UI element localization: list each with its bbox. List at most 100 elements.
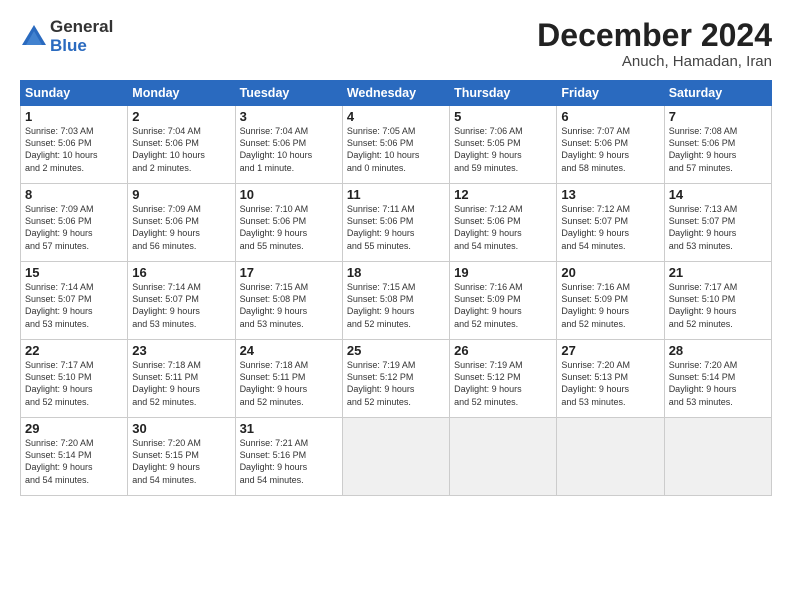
day-info: Sunrise: 7:08 AMSunset: 5:06 PMDaylight:… xyxy=(669,125,767,174)
calendar-cell: 21Sunrise: 7:17 AMSunset: 5:10 PMDayligh… xyxy=(664,262,771,340)
calendar-cell: 1Sunrise: 7:03 AMSunset: 5:06 PMDaylight… xyxy=(21,106,128,184)
logo-text: General Blue xyxy=(50,18,113,55)
day-number: 1 xyxy=(25,109,123,124)
calendar-cell: 7Sunrise: 7:08 AMSunset: 5:06 PMDaylight… xyxy=(664,106,771,184)
day-info: Sunrise: 7:16 AMSunset: 5:09 PMDaylight:… xyxy=(561,281,659,330)
day-number: 3 xyxy=(240,109,338,124)
day-number: 24 xyxy=(240,343,338,358)
calendar-cell: 28Sunrise: 7:20 AMSunset: 5:14 PMDayligh… xyxy=(664,340,771,418)
calendar-cell xyxy=(557,418,664,496)
logo: General Blue xyxy=(20,18,113,55)
week-row-5: 29Sunrise: 7:20 AMSunset: 5:14 PMDayligh… xyxy=(21,418,772,496)
day-info: Sunrise: 7:20 AMSunset: 5:15 PMDaylight:… xyxy=(132,437,230,486)
day-number: 21 xyxy=(669,265,767,280)
day-number: 4 xyxy=(347,109,445,124)
day-info: Sunrise: 7:04 AMSunset: 5:06 PMDaylight:… xyxy=(240,125,338,174)
calendar-cell: 23Sunrise: 7:18 AMSunset: 5:11 PMDayligh… xyxy=(128,340,235,418)
day-info: Sunrise: 7:11 AMSunset: 5:06 PMDaylight:… xyxy=(347,203,445,252)
calendar-cell: 11Sunrise: 7:11 AMSunset: 5:06 PMDayligh… xyxy=(342,184,449,262)
day-number: 17 xyxy=(240,265,338,280)
day-info: Sunrise: 7:10 AMSunset: 5:06 PMDaylight:… xyxy=(240,203,338,252)
day-info: Sunrise: 7:18 AMSunset: 5:11 PMDaylight:… xyxy=(240,359,338,408)
calendar-cell: 15Sunrise: 7:14 AMSunset: 5:07 PMDayligh… xyxy=(21,262,128,340)
week-row-1: 1Sunrise: 7:03 AMSunset: 5:06 PMDaylight… xyxy=(21,106,772,184)
day-number: 6 xyxy=(561,109,659,124)
day-info: Sunrise: 7:13 AMSunset: 5:07 PMDaylight:… xyxy=(669,203,767,252)
calendar-cell: 3Sunrise: 7:04 AMSunset: 5:06 PMDaylight… xyxy=(235,106,342,184)
day-info: Sunrise: 7:17 AMSunset: 5:10 PMDaylight:… xyxy=(25,359,123,408)
day-info: Sunrise: 7:15 AMSunset: 5:08 PMDaylight:… xyxy=(240,281,338,330)
month-title: December 2024 xyxy=(537,18,772,53)
col-sunday: Sunday xyxy=(21,81,128,106)
logo-icon xyxy=(20,23,48,51)
day-info: Sunrise: 7:09 AMSunset: 5:06 PMDaylight:… xyxy=(25,203,123,252)
day-number: 10 xyxy=(240,187,338,202)
calendar-cell: 5Sunrise: 7:06 AMSunset: 5:05 PMDaylight… xyxy=(450,106,557,184)
week-row-3: 15Sunrise: 7:14 AMSunset: 5:07 PMDayligh… xyxy=(21,262,772,340)
logo-general: General xyxy=(50,18,113,37)
calendar-cell xyxy=(450,418,557,496)
day-number: 27 xyxy=(561,343,659,358)
day-number: 14 xyxy=(669,187,767,202)
day-number: 30 xyxy=(132,421,230,436)
calendar-cell: 19Sunrise: 7:16 AMSunset: 5:09 PMDayligh… xyxy=(450,262,557,340)
calendar-cell: 30Sunrise: 7:20 AMSunset: 5:15 PMDayligh… xyxy=(128,418,235,496)
day-number: 19 xyxy=(454,265,552,280)
day-info: Sunrise: 7:06 AMSunset: 5:05 PMDaylight:… xyxy=(454,125,552,174)
calendar-cell: 2Sunrise: 7:04 AMSunset: 5:06 PMDaylight… xyxy=(128,106,235,184)
col-thursday: Thursday xyxy=(450,81,557,106)
calendar-cell: 4Sunrise: 7:05 AMSunset: 5:06 PMDaylight… xyxy=(342,106,449,184)
day-info: Sunrise: 7:12 AMSunset: 5:07 PMDaylight:… xyxy=(561,203,659,252)
day-number: 31 xyxy=(240,421,338,436)
title-area: December 2024 Anuch, Hamadan, Iran xyxy=(537,18,772,70)
col-friday: Friday xyxy=(557,81,664,106)
day-info: Sunrise: 7:04 AMSunset: 5:06 PMDaylight:… xyxy=(132,125,230,174)
calendar-cell: 25Sunrise: 7:19 AMSunset: 5:12 PMDayligh… xyxy=(342,340,449,418)
calendar-cell: 31Sunrise: 7:21 AMSunset: 5:16 PMDayligh… xyxy=(235,418,342,496)
day-number: 29 xyxy=(25,421,123,436)
col-wednesday: Wednesday xyxy=(342,81,449,106)
header-row: Sunday Monday Tuesday Wednesday Thursday… xyxy=(21,81,772,106)
day-number: 16 xyxy=(132,265,230,280)
calendar-cell xyxy=(664,418,771,496)
calendar-cell: 22Sunrise: 7:17 AMSunset: 5:10 PMDayligh… xyxy=(21,340,128,418)
day-info: Sunrise: 7:16 AMSunset: 5:09 PMDaylight:… xyxy=(454,281,552,330)
day-number: 18 xyxy=(347,265,445,280)
day-number: 20 xyxy=(561,265,659,280)
day-number: 23 xyxy=(132,343,230,358)
col-saturday: Saturday xyxy=(664,81,771,106)
day-number: 5 xyxy=(454,109,552,124)
day-info: Sunrise: 7:17 AMSunset: 5:10 PMDaylight:… xyxy=(669,281,767,330)
calendar-cell: 10Sunrise: 7:10 AMSunset: 5:06 PMDayligh… xyxy=(235,184,342,262)
calendar-cell: 8Sunrise: 7:09 AMSunset: 5:06 PMDaylight… xyxy=(21,184,128,262)
day-info: Sunrise: 7:03 AMSunset: 5:06 PMDaylight:… xyxy=(25,125,123,174)
calendar-cell: 13Sunrise: 7:12 AMSunset: 5:07 PMDayligh… xyxy=(557,184,664,262)
day-number: 13 xyxy=(561,187,659,202)
day-info: Sunrise: 7:12 AMSunset: 5:06 PMDaylight:… xyxy=(454,203,552,252)
calendar-cell: 12Sunrise: 7:12 AMSunset: 5:06 PMDayligh… xyxy=(450,184,557,262)
col-monday: Monday xyxy=(128,81,235,106)
day-info: Sunrise: 7:20 AMSunset: 5:14 PMDaylight:… xyxy=(669,359,767,408)
calendar-cell: 24Sunrise: 7:18 AMSunset: 5:11 PMDayligh… xyxy=(235,340,342,418)
day-number: 15 xyxy=(25,265,123,280)
calendar-cell: 6Sunrise: 7:07 AMSunset: 5:06 PMDaylight… xyxy=(557,106,664,184)
calendar-cell: 27Sunrise: 7:20 AMSunset: 5:13 PMDayligh… xyxy=(557,340,664,418)
day-info: Sunrise: 7:15 AMSunset: 5:08 PMDaylight:… xyxy=(347,281,445,330)
calendar-cell: 16Sunrise: 7:14 AMSunset: 5:07 PMDayligh… xyxy=(128,262,235,340)
day-number: 12 xyxy=(454,187,552,202)
col-tuesday: Tuesday xyxy=(235,81,342,106)
calendar-cell: 18Sunrise: 7:15 AMSunset: 5:08 PMDayligh… xyxy=(342,262,449,340)
calendar-cell: 26Sunrise: 7:19 AMSunset: 5:12 PMDayligh… xyxy=(450,340,557,418)
day-info: Sunrise: 7:20 AMSunset: 5:14 PMDaylight:… xyxy=(25,437,123,486)
day-info: Sunrise: 7:09 AMSunset: 5:06 PMDaylight:… xyxy=(132,203,230,252)
calendar-cell: 17Sunrise: 7:15 AMSunset: 5:08 PMDayligh… xyxy=(235,262,342,340)
day-info: Sunrise: 7:21 AMSunset: 5:16 PMDaylight:… xyxy=(240,437,338,486)
calendar-cell: 29Sunrise: 7:20 AMSunset: 5:14 PMDayligh… xyxy=(21,418,128,496)
day-number: 9 xyxy=(132,187,230,202)
day-number: 28 xyxy=(669,343,767,358)
day-info: Sunrise: 7:05 AMSunset: 5:06 PMDaylight:… xyxy=(347,125,445,174)
calendar-cell: 14Sunrise: 7:13 AMSunset: 5:07 PMDayligh… xyxy=(664,184,771,262)
subtitle: Anuch, Hamadan, Iran xyxy=(537,53,772,70)
week-row-2: 8Sunrise: 7:09 AMSunset: 5:06 PMDaylight… xyxy=(21,184,772,262)
day-number: 22 xyxy=(25,343,123,358)
